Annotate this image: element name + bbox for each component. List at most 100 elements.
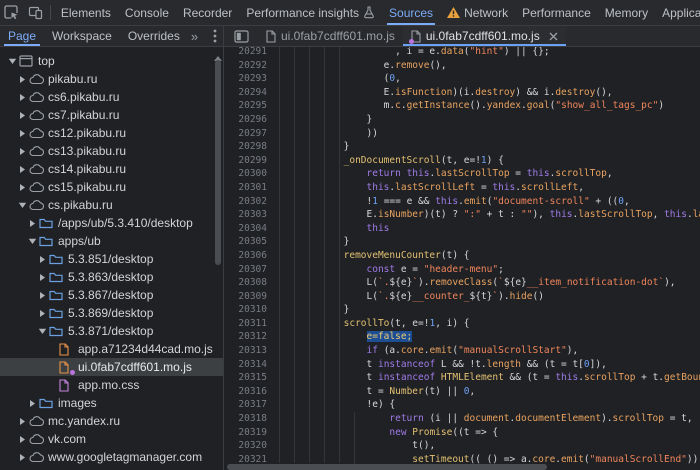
- line-number[interactable]: 20317: [224, 398, 275, 412]
- line-number[interactable]: 20319: [224, 426, 275, 440]
- line-number[interactable]: 20299: [224, 154, 275, 168]
- line-number[interactable]: 20292: [224, 59, 275, 73]
- expander-closed-icon[interactable]: [16, 435, 29, 444]
- tree-item-mc-yandex-ru[interactable]: mc.yandex.ru: [0, 412, 223, 430]
- code-text[interactable]: _onDocumentScroll(t, e=!1) {: [275, 154, 700, 168]
- tree-item-apps-ub[interactable]: apps/ub: [0, 232, 223, 250]
- line-number[interactable]: 20309: [224, 290, 275, 304]
- code-text[interactable]: , i = e.data("hint") || {};: [275, 47, 700, 59]
- line-number[interactable]: 20318: [224, 412, 275, 426]
- code-text[interactable]: (0,: [275, 72, 700, 86]
- code-text[interactable]: E.isNumber)(t) ? ":" + t : ""), this.las…: [275, 208, 700, 222]
- tree-item-apps-ub-5-3-410-desktop[interactable]: /apps/ub/5.3.410/desktop: [0, 214, 223, 232]
- inspect-element-button[interactable]: [0, 0, 24, 25]
- expander-open-icon[interactable]: [26, 238, 39, 245]
- expander-closed-icon[interactable]: [16, 147, 29, 156]
- code-text[interactable]: }: [275, 140, 700, 154]
- tree-item-5-3-851-desktop[interactable]: 5.3.851/desktop: [0, 250, 223, 268]
- expander-closed-icon[interactable]: [16, 129, 29, 138]
- panel-tab-recorder[interactable]: Recorder: [176, 0, 239, 25]
- panel-tab-application[interactable]: Application: [655, 0, 700, 25]
- overflow-menu-button[interactable]: [207, 26, 223, 46]
- code-text[interactable]: }: [275, 235, 700, 249]
- navigator-tab-page[interactable]: Page: [0, 26, 44, 46]
- navigator-tab-overrides[interactable]: Overrides: [120, 26, 188, 46]
- tree-item-ui-0fab7cdff601-mo-js[interactable]: ui.0fab7cdff601.mo.js: [0, 358, 223, 376]
- device-toolbar-button[interactable]: [24, 0, 48, 25]
- expander-closed-icon[interactable]: [36, 309, 49, 318]
- code-text[interactable]: this.lastScrollLeft = this.scrollLeft,: [275, 181, 700, 195]
- tree-item-5-3-867-desktop[interactable]: 5.3.867/desktop: [0, 286, 223, 304]
- code-text[interactable]: m.c.getInstance().yandex.goal("show_all_…: [275, 99, 700, 113]
- code-text[interactable]: return (i || document.documentElement).s…: [275, 412, 700, 426]
- panel-tab-performance-insights[interactable]: Performance insights: [239, 0, 382, 25]
- tree-item-5-3-863-desktop[interactable]: 5.3.863/desktop: [0, 268, 223, 286]
- line-number[interactable]: 20314: [224, 358, 275, 372]
- tree-item-5-3-871-desktop[interactable]: 5.3.871/desktop: [0, 322, 223, 340]
- horizontal-scrollbar-thumb[interactable]: [227, 464, 547, 470]
- line-number[interactable]: 20315: [224, 371, 275, 385]
- line-number[interactable]: 20298: [224, 140, 275, 154]
- expander-closed-icon[interactable]: [16, 111, 29, 120]
- code-text[interactable]: if (a.core.emit("manualScrollStart"),: [275, 344, 700, 358]
- code-text[interactable]: e=false;: [275, 330, 700, 344]
- close-tab-icon[interactable]: [549, 32, 558, 41]
- code-text[interactable]: t instanceof HTMLElement && (t = this.sc…: [275, 371, 700, 385]
- line-number[interactable]: 20304: [224, 222, 275, 236]
- line-number[interactable]: 20307: [224, 263, 275, 277]
- expander-open-icon[interactable]: [16, 202, 29, 209]
- tree-item-app-a71234d44cad-mo-js[interactable]: app.a71234d44cad.mo.js: [0, 340, 223, 358]
- editor-tab-ui-0fab7cdff601-mo-js-active[interactable]: ui.0fab7cdff601.mo.js: [402, 26, 566, 46]
- expander-open-icon[interactable]: [6, 58, 19, 65]
- line-number[interactable]: 20293: [224, 72, 275, 86]
- tree-item-top[interactable]: top: [0, 52, 223, 70]
- panel-tab-elements[interactable]: Elements: [54, 0, 118, 25]
- code-text[interactable]: E.isFunction)(i.destroy) && i.destroy(),: [275, 86, 700, 100]
- line-number[interactable]: 20313: [224, 344, 275, 358]
- code-text[interactable]: const e = "header-menu";: [275, 263, 700, 277]
- expander-open-icon[interactable]: [36, 328, 49, 335]
- tree-item-app-mo-css[interactable]: app.mo.css: [0, 376, 223, 394]
- tree-item-cs14-pikabu-ru[interactable]: cs14.pikabu.ru: [0, 160, 223, 178]
- panel-tab-network[interactable]: Network: [440, 0, 515, 25]
- expander-closed-icon[interactable]: [16, 165, 29, 174]
- line-number[interactable]: 20300: [224, 167, 275, 181]
- code-editor[interactable]: 20291 , i = e.data("hint") || {}; 20292 e…: [224, 47, 700, 470]
- editor-tab-ui-0fab7cdff601-mo-js[interactable]: ui.0fab7cdff601.mo.js: [258, 26, 403, 46]
- tree-item-cs15-pikabu-ru[interactable]: cs15.pikabu.ru: [0, 178, 223, 196]
- line-number[interactable]: 20297: [224, 127, 275, 141]
- tree-item-item[interactable]: [0, 466, 223, 470]
- tree-item-cs-pikabu-ru[interactable]: cs.pikabu.ru: [0, 196, 223, 214]
- tree-item-5-3-869-desktop[interactable]: 5.3.869/desktop: [0, 304, 223, 322]
- panel-tab-performance[interactable]: Performance: [515, 0, 598, 25]
- more-tabs-button[interactable]: »: [188, 26, 201, 46]
- tree-item-www-googletagmanager-com[interactable]: www.googletagmanager.com: [0, 448, 223, 466]
- tree-item-cs7-pikabu-ru[interactable]: cs7.pikabu.ru: [0, 106, 223, 124]
- line-number[interactable]: 20320: [224, 439, 275, 453]
- tree-item-cs13-pikabu-ru[interactable]: cs13.pikabu.ru: [0, 142, 223, 160]
- expander-closed-icon[interactable]: [16, 417, 29, 426]
- tree-item-cs6-pikabu-ru[interactable]: cs6.pikabu.ru: [0, 88, 223, 106]
- line-number[interactable]: 20311: [224, 317, 275, 331]
- code-text[interactable]: removeMenuCounter(t) {: [275, 249, 700, 263]
- tree-item-vk-com[interactable]: vk.com: [0, 430, 223, 448]
- code-text[interactable]: !e) {: [275, 398, 700, 412]
- code-text[interactable]: }: [275, 113, 700, 127]
- line-number[interactable]: 20312: [224, 330, 275, 344]
- line-number[interactable]: 20302: [224, 195, 275, 209]
- expander-closed-icon[interactable]: [26, 219, 39, 228]
- code-text[interactable]: this: [275, 222, 700, 236]
- scrollbar-thumb[interactable]: [215, 60, 221, 265]
- line-number[interactable]: 20291: [224, 47, 275, 59]
- sidebar-scrollbar[interactable]: [213, 47, 223, 470]
- line-number[interactable]: 20294: [224, 86, 275, 100]
- code-text[interactable]: )): [275, 127, 700, 141]
- expander-closed-icon[interactable]: [16, 453, 29, 462]
- line-number[interactable]: 20295: [224, 99, 275, 113]
- line-number[interactable]: 20308: [224, 276, 275, 290]
- expander-closed-icon[interactable]: [16, 183, 29, 192]
- code-text[interactable]: t(),: [275, 439, 700, 453]
- code-text[interactable]: t = Number(t) || 0,: [275, 385, 700, 399]
- panel-tab-memory[interactable]: Memory: [598, 0, 655, 25]
- code-text[interactable]: L(`.${e}`).removeClass(`${e}__item_notif…: [275, 276, 700, 290]
